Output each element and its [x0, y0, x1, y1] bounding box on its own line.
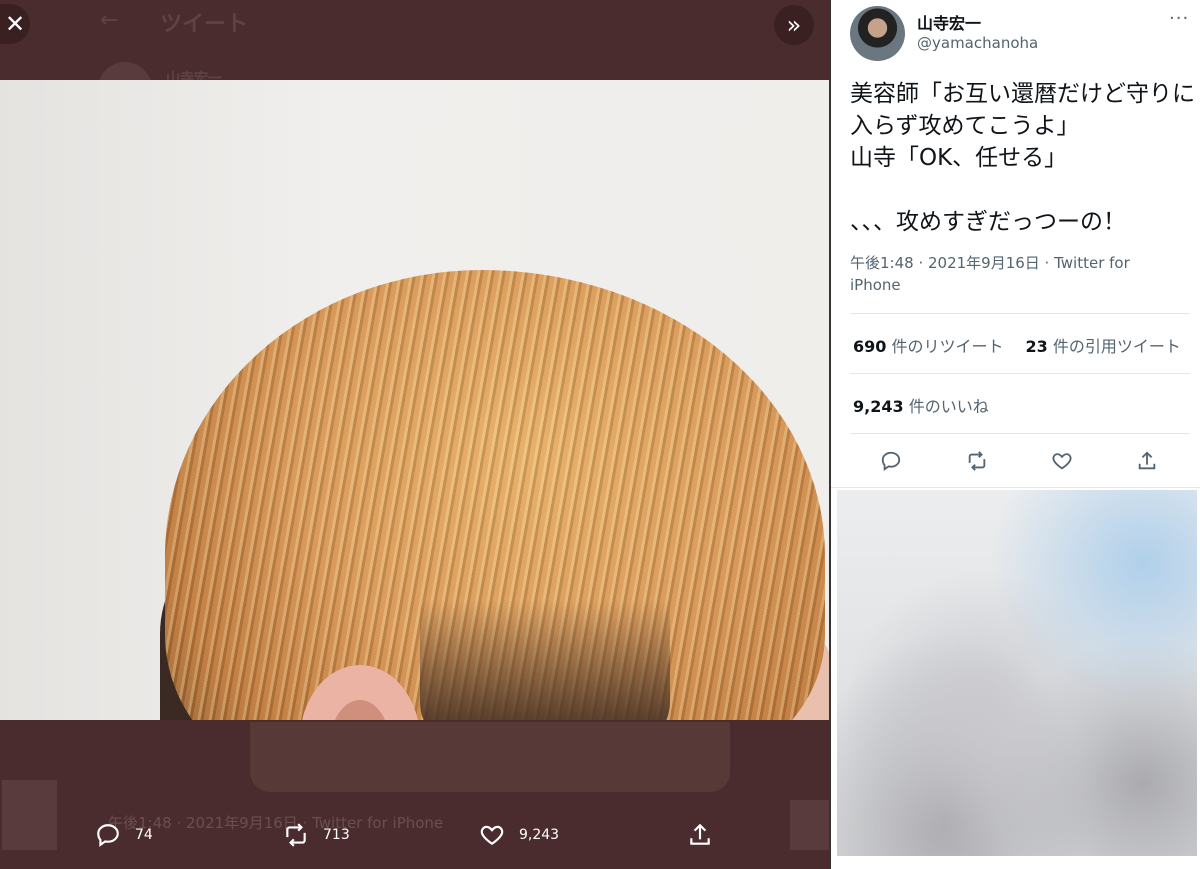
- like-count: 9,243: [519, 827, 560, 843]
- reply-button[interactable]: [875, 445, 907, 477]
- background-card-ghost: [790, 800, 829, 850]
- tweet-action-bar: [831, 445, 1200, 477]
- quotes-stat[interactable]: 23 件の引用ツイート: [1026, 333, 1181, 357]
- background-page-title: ツイート: [160, 12, 249, 37]
- close-icon: ✕: [4, 10, 26, 38]
- share-icon: [1138, 451, 1156, 470]
- likes-count: 9,243: [853, 397, 904, 416]
- expand-panel-button[interactable]: »: [774, 5, 814, 45]
- avatar[interactable]: [850, 6, 905, 61]
- retweet-icon: [286, 823, 306, 847]
- divider: [831, 487, 1200, 488]
- tweet-text: 美容師「お互い還暦だけど守りに入らず攻めてこうよ」 山寺「OK、任せる」 、、、…: [850, 81, 1195, 235]
- retweets-count: 690: [853, 337, 887, 356]
- reply-icon: [97, 824, 119, 847]
- display-name[interactable]: 山寺宏一: [917, 10, 981, 34]
- quotes-label: 件の引用ツイート: [1052, 337, 1181, 356]
- user-handle[interactable]: @yamachanoha: [917, 34, 1038, 52]
- retweet-count: 713: [323, 827, 350, 843]
- more-options-icon[interactable]: ···: [1169, 8, 1189, 29]
- photo-hair-roots: [420, 600, 670, 720]
- quotes-count: 23: [1025, 337, 1048, 356]
- heart-icon: [1052, 453, 1072, 470]
- retweet-button[interactable]: [961, 445, 993, 477]
- reply-icon: [881, 451, 901, 472]
- divider: [850, 433, 1190, 434]
- viewer-share-button[interactable]: [687, 822, 713, 848]
- engagement-stats: 690 件のリツイート 23 件の引用ツイート: [853, 333, 1181, 357]
- likes-stat[interactable]: 9,243 件のいいね: [853, 393, 989, 417]
- heart-icon: [480, 825, 504, 845]
- background-photo-ghost: [250, 722, 730, 792]
- share-icon: [690, 823, 710, 845]
- tweet-photo[interactable]: [0, 80, 829, 720]
- tweet-detail-panel: 山寺宏一 @yamachanoha ··· 美容師「お互い還暦だけど守りに入らず…: [830, 0, 1200, 869]
- like-button[interactable]: [1046, 445, 1078, 477]
- retweet-icon: [968, 451, 986, 471]
- retweets-label: 件のリツイート: [891, 337, 1004, 356]
- background-avatar-ghost: [2, 780, 57, 850]
- divider: [850, 373, 1190, 374]
- viewer-like-button[interactable]: 9,243: [479, 822, 559, 848]
- divider: [850, 313, 1190, 314]
- blurred-replies-area: [837, 490, 1197, 856]
- double-chevron-right-icon: »: [786, 11, 802, 39]
- viewer-retweet-button[interactable]: 713: [283, 822, 350, 848]
- background-timestamp: 午後1:48 · 2021年9月16日 · Twitter for iPhone: [108, 814, 444, 832]
- viewer-reply-button[interactable]: 74: [95, 822, 153, 848]
- share-button[interactable]: [1131, 445, 1163, 477]
- retweets-stat[interactable]: 690 件のリツイート: [853, 333, 1004, 357]
- likes-label: 件のいいね: [908, 397, 989, 416]
- background-back-arrow: ←: [100, 8, 119, 33]
- tweet-timestamp[interactable]: 午後1:48 · 2021年9月16日 · Twitter for iPhone: [850, 252, 1180, 296]
- close-button[interactable]: ✕: [0, 4, 30, 44]
- reply-count: 74: [135, 827, 153, 843]
- media-viewer: ← ツイート 山寺宏一 ✕ » 午後1:48 · 2021年9月16日 · Tw…: [0, 0, 829, 869]
